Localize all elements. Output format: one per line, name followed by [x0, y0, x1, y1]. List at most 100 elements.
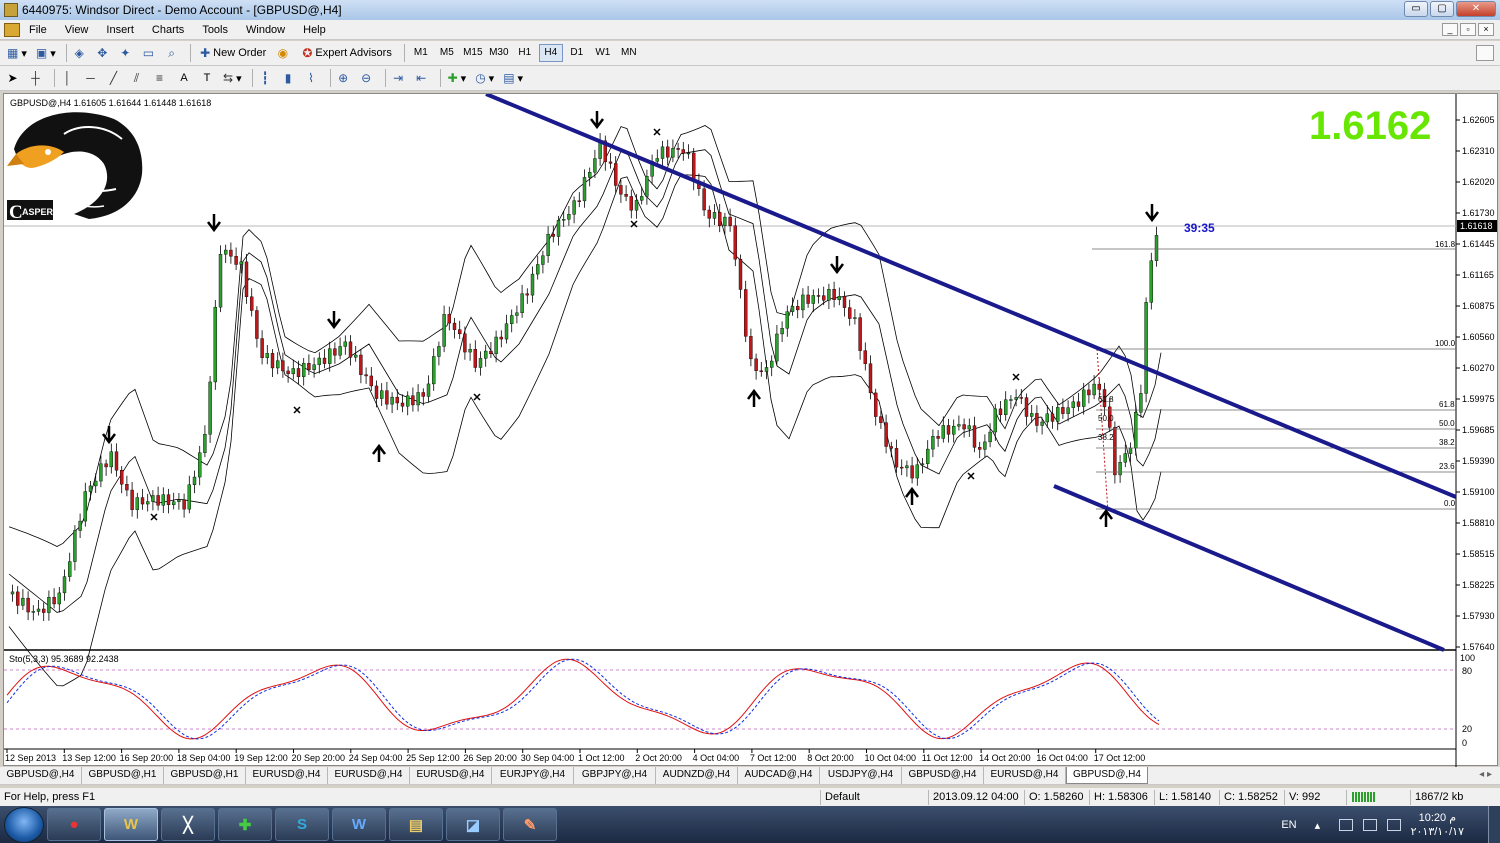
chart-tab[interactable]: GBPUSD@,H1 [164, 767, 246, 784]
navigator-button[interactable]: ✦ [117, 43, 137, 63]
channel-icon: ⫽ [133, 70, 140, 85]
chart-tab[interactable]: AUDCAD@,H4 [738, 767, 820, 784]
expert-advisors-button[interactable]: ✪ Expert Advisors [297, 43, 396, 63]
taskbar-explorer[interactable]: ▤ [389, 808, 443, 841]
price-chart[interactable]: 1.62605 1.62310 1.62020 1.61730 1.61445 1.611… [4, 94, 1499, 767]
chart-tab[interactable]: EURUSD@,H4 [410, 767, 492, 784]
bearish-candle [718, 212, 722, 226]
tab-scroll-arrows[interactable]: ◂ ▸ [1479, 769, 1492, 780]
templates-button[interactable]: ▤ ▾ [500, 68, 526, 88]
bar-chart-button[interactable]: ┇ [257, 68, 277, 88]
minimize-button[interactable]: ▭ [1404, 1, 1428, 17]
taskbar-paint[interactable]: ✎ [503, 808, 557, 841]
timeframe-w1[interactable]: W1 [591, 44, 615, 62]
timeframe-mn[interactable]: MN [617, 44, 641, 62]
text-tool[interactable]: A [174, 68, 194, 88]
timeframe-h1[interactable]: H1 [513, 44, 537, 62]
menu-window[interactable]: Window [237, 24, 294, 36]
bullish-candle [905, 465, 909, 469]
candlestick-button[interactable]: ▮ [280, 68, 300, 88]
profiles-button[interactable]: ▣ ▾ [33, 43, 59, 63]
maximize-button[interactable]: ▢ [1430, 1, 1454, 17]
vertical-line-tool[interactable]: │ [59, 68, 79, 88]
trendline-tool[interactable]: ╱ [105, 68, 125, 88]
indicators-button[interactable]: ✚ ▾ [445, 68, 470, 88]
language-indicator[interactable]: EN [1281, 819, 1296, 831]
horizontal-line-tool[interactable]: ─ [82, 68, 102, 88]
volume-icon[interactable] [1386, 818, 1401, 831]
taskbar-word[interactable]: W [332, 808, 386, 841]
toolbar-overflow-button[interactable] [1476, 45, 1494, 61]
show-desktop-button[interactable] [1488, 806, 1500, 843]
close-button[interactable]: ✕ [1456, 1, 1496, 17]
clock-icon: ◷ [475, 71, 486, 85]
text-label-tool[interactable]: T [197, 68, 217, 88]
menu-view[interactable]: View [56, 24, 98, 36]
timeframe-h4[interactable]: H4 [538, 44, 563, 62]
chart-shift-button[interactable]: ⇤ [413, 68, 433, 88]
chart-restore-button[interactable]: ▫ [1460, 23, 1476, 36]
zoom-in-button[interactable]: ⊕ [335, 68, 355, 88]
menu-help[interactable]: Help [294, 24, 335, 36]
chart-close-button[interactable]: × [1478, 23, 1494, 36]
chart-tab[interactable]: EURUSD@,H4 [246, 767, 328, 784]
arrows-tool[interactable]: ⇆ ▾ [220, 68, 245, 88]
timeframe-d1[interactable]: D1 [565, 44, 589, 62]
chart-tab[interactable]: GBPJPY@,H4 [574, 767, 656, 784]
chart-minimize-button[interactable]: _ [1442, 23, 1458, 36]
chart-tab[interactable]: GBPUSD@,H4 [0, 767, 82, 784]
cursor-tool[interactable]: ➤ [4, 68, 24, 88]
terminal-button[interactable]: ▭ [140, 43, 160, 63]
bullish-candle [192, 476, 197, 485]
bearish-candle [681, 149, 685, 154]
strategy-tester-button[interactable]: ⌕ [163, 43, 183, 63]
menu-tools[interactable]: Tools [193, 24, 237, 36]
taskbar-trader-tool[interactable]: ✚ [218, 808, 272, 841]
market-watch-button[interactable]: ◈ [71, 43, 91, 63]
menu-charts[interactable]: Charts [143, 24, 193, 36]
bearish-candle [395, 396, 399, 404]
line-chart-button[interactable]: ⌇ [303, 68, 323, 88]
bullish-candle [57, 592, 61, 605]
chart-tab[interactable]: EURUSD@,H4 [984, 767, 1066, 784]
chart-tab[interactable]: GBPUSD@,H4 [902, 767, 984, 784]
new-order-button[interactable]: ✚ New Order [195, 43, 271, 63]
chart-tab-active[interactable]: GBPUSD@,H4 [1066, 767, 1148, 784]
taskbar-notepad[interactable]: ◪ [446, 808, 500, 841]
time-label: 7 Oct 12:00 [750, 753, 797, 763]
chart-window[interactable]: 1.62605 1.62310 1.62020 1.61730 1.61445 1.611… [3, 93, 1499, 767]
zoom-out-button[interactable]: ⊖ [358, 68, 378, 88]
chart-tab[interactable]: GBPUSD@,H1 [82, 767, 164, 784]
taskbar-metatrader[interactable]: W [104, 808, 158, 841]
timeframe-m1[interactable]: M1 [409, 44, 433, 62]
new-chart-button[interactable]: ▦ ▾ [4, 43, 30, 63]
chart-window-icon[interactable] [4, 22, 20, 37]
network-icon[interactable] [1338, 818, 1353, 831]
data-window-button[interactable]: ✥ [94, 43, 114, 63]
channel-tool[interactable]: ⫽ [128, 68, 148, 88]
start-button[interactable] [4, 806, 44, 843]
timeframe-m15[interactable]: M15 [461, 44, 485, 62]
taskbar-chrome[interactable]: ● [47, 808, 101, 841]
bearish-candle [806, 294, 810, 304]
menu-insert[interactable]: Insert [97, 24, 143, 36]
fibonacci-tool[interactable]: ≡ [151, 68, 171, 88]
chart-tab[interactable]: USDJPY@,H4 [820, 767, 902, 784]
chart-tab[interactable]: AUDNZD@,H4 [656, 767, 738, 784]
metaeditor-button[interactable]: ◉ [274, 43, 294, 63]
chart-tab[interactable]: EURJPY@,H4 [492, 767, 574, 784]
timeframe-m30[interactable]: M30 [487, 44, 511, 62]
periods-button[interactable]: ◷ ▾ [472, 68, 497, 88]
stochastic-label: Sto(5,3,3) 95.3689 92.2438 [9, 654, 119, 664]
taskbar-vector[interactable]: ╳ [161, 808, 215, 841]
tray-expand-icon[interactable]: ▴ [1315, 819, 1329, 832]
timeframe-m5[interactable]: M5 [435, 44, 459, 62]
taskbar-skype[interactable]: S [275, 808, 329, 841]
crosshair-tool[interactable]: ┼ [27, 68, 47, 88]
auto-scroll-button[interactable]: ⇥ [390, 68, 410, 88]
menu-file[interactable]: File [20, 24, 56, 36]
time-label: 8 Oct 20:00 [807, 753, 854, 763]
tray-clock[interactable]: 10:20 م ٢٠١٣/١٠/١٧ [1411, 811, 1464, 839]
chart-tab[interactable]: EURUSD@,H4 [328, 767, 410, 784]
signal-icon[interactable] [1362, 818, 1377, 831]
